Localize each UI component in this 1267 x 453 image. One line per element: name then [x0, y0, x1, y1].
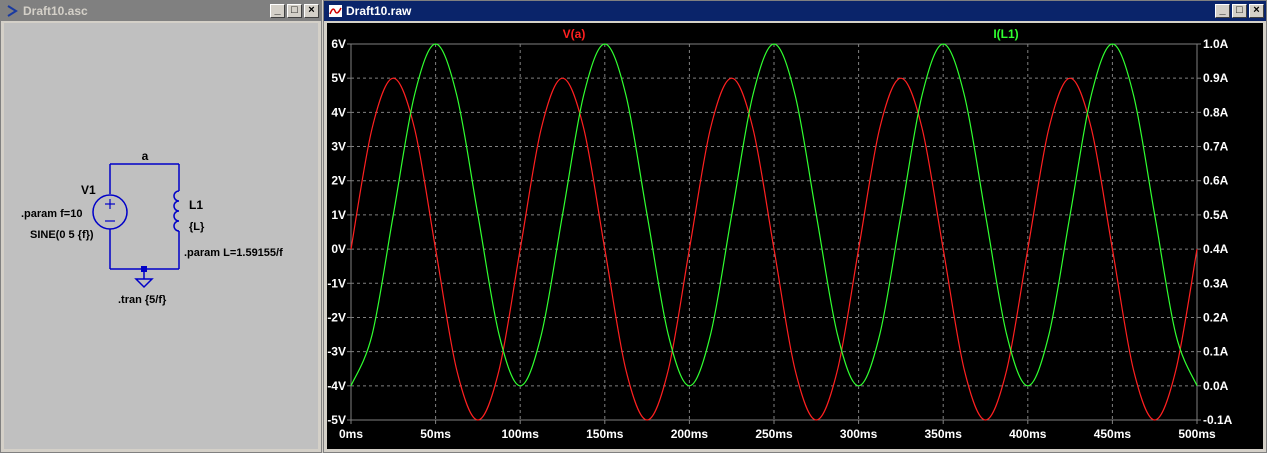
plot-window[interactable]: Draft10.raw _ □ × 0ms 50ms 100ms 150ms 200ms… — [323, 0, 1267, 453]
minimize-button[interactable]: _ — [270, 4, 285, 18]
x-tick-label: 150ms — [586, 427, 624, 441]
y-left-tick-label: 6V — [331, 37, 346, 51]
schematic-window[interactable]: Draft10.asc _ □ × a V1 .param f=10 SINE(… — [0, 0, 322, 453]
ground-symbol — [134, 278, 154, 289]
v1-value: SINE(0 5 {f}) — [30, 229, 94, 241]
x-tick-label: 200ms — [671, 427, 709, 441]
y-left-tick-label: -4V — [327, 379, 346, 393]
l1-value: {L} — [189, 221, 205, 233]
y-left-tick-label: 1V — [331, 208, 346, 222]
schematic-canvas[interactable]: a V1 .param f=10 SINE(0 5 {f}) L1 {L} .p… — [4, 23, 318, 449]
y-left-tick-label: 5V — [331, 71, 346, 85]
y-right-tick-label: 0.7A — [1203, 140, 1229, 154]
x-tick-label: 450ms — [1094, 427, 1132, 441]
y-right-tick-label: -0.1A — [1203, 413, 1233, 427]
schematic-wires — [109, 163, 180, 279]
waveform-plot[interactable]: 0ms 50ms 100ms 150ms 200ms 250ms 300ms 350ms 400… — [327, 23, 1263, 449]
x-tick-label: 250ms — [755, 427, 793, 441]
maximize-button[interactable]: □ — [1232, 4, 1247, 18]
series-label-current: I(L1) — [993, 27, 1018, 41]
l1-param: .param L=1.59155/f — [184, 247, 283, 259]
y-right-tick-label: 0.1A — [1203, 345, 1229, 359]
minimize-button[interactable]: _ — [1215, 4, 1230, 18]
y-left-tick-label: 0V — [331, 242, 346, 256]
inductor-symbol[interactable] — [173, 190, 180, 232]
tran-directive: .tran {5/f} — [118, 294, 167, 306]
net-label-a: a — [142, 149, 149, 163]
y-left-tick-label: 4V — [331, 105, 346, 119]
y-right-tick-label: 0.5A — [1203, 208, 1229, 222]
y-left-tick-label: 2V — [331, 174, 346, 188]
node-dot — [141, 266, 147, 272]
y-right-tick-label: 0.9A — [1203, 71, 1229, 85]
y-left-tick-label: 3V — [331, 140, 346, 154]
waveform-icon — [328, 4, 342, 18]
x-tick-label: 350ms — [925, 427, 963, 441]
close-button[interactable]: × — [1249, 4, 1264, 18]
schematic-title: Draft10.asc — [23, 4, 88, 18]
y-right-tick-label: 0.3A — [1203, 276, 1229, 290]
x-tick-label: 50ms — [420, 427, 451, 441]
waveform-chart[interactable]: 0ms 50ms 100ms 150ms 200ms 250ms 300ms 350ms 400… — [327, 23, 1265, 451]
y-left-tick-label: -1V — [327, 276, 346, 290]
close-button[interactable]: × — [304, 4, 319, 18]
x-tick-label: 100ms — [502, 427, 540, 441]
v1-name: V1 — [81, 183, 96, 197]
plot-titlebar[interactable]: Draft10.raw _ □ × — [324, 1, 1266, 21]
maximize-button[interactable]: □ — [287, 4, 302, 18]
y-right-tick-label: 0.8A — [1203, 105, 1229, 119]
l1-name: L1 — [189, 198, 203, 212]
x-tick-label: 400ms — [1009, 427, 1047, 441]
schematic-titlebar[interactable]: Draft10.asc _ □ × — [1, 1, 321, 21]
y-left-tick-label: -3V — [327, 345, 346, 359]
y-left-tick-label: -5V — [327, 413, 346, 427]
x-tick-label: 300ms — [840, 427, 878, 441]
y-left-tick-label: -2V — [327, 310, 346, 324]
y-right-tick-label: 0.6A — [1203, 174, 1229, 188]
series-label-voltage: V(a) — [563, 27, 586, 41]
voltage-source-symbol[interactable] — [92, 194, 128, 230]
v1-param: .param f=10 — [21, 208, 82, 220]
schematic-icon — [5, 4, 19, 18]
x-tick-label: 500ms — [1178, 427, 1216, 441]
plot-title: Draft10.raw — [346, 4, 412, 18]
y-right-tick-label: 0.2A — [1203, 310, 1229, 324]
y-right-tick-label: 0.0A — [1203, 379, 1229, 393]
x-tick-label: 0ms — [339, 427, 363, 441]
y-right-tick-label: 1.0A — [1203, 37, 1229, 51]
y-right-tick-label: 0.4A — [1203, 242, 1229, 256]
